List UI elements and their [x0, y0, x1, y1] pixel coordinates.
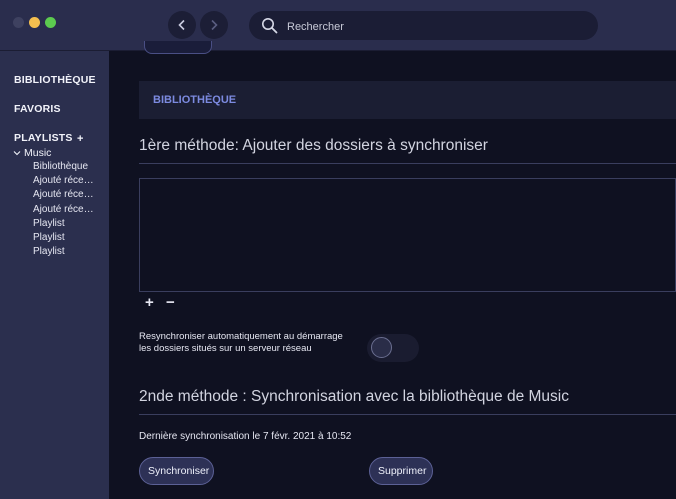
- synchronize-button[interactable]: Synchroniser: [139, 457, 214, 485]
- sidebar-item-recent[interactable]: Ajouté récemment: [33, 175, 99, 186]
- section-header: BIBLIOTHÈQUE: [139, 81, 676, 119]
- main-panel: BIBLIOTHÈQUE 1ère méthode: Ajouter des d…: [109, 41, 676, 499]
- forward-button[interactable]: [200, 11, 228, 39]
- sidebar-item-recent[interactable]: Ajouté récemment: [33, 189, 99, 200]
- minimize-window-button[interactable]: [29, 17, 40, 28]
- section-title: BIBLIOTHÈQUE: [153, 94, 237, 106]
- title-bar: [0, 0, 676, 51]
- last-sync-text: Dernière synchronisation le 7 févr. 2021…: [139, 431, 352, 442]
- resync-toggle[interactable]: [367, 334, 419, 362]
- sidebar-item-playlist[interactable]: Playlist: [33, 246, 99, 257]
- scrolled-button-edge: [144, 41, 212, 54]
- sidebar-item-recent[interactable]: Ajouté récemment: [33, 204, 99, 215]
- delete-button[interactable]: Supprimer: [369, 457, 433, 485]
- chevron-right-icon: [211, 19, 218, 31]
- search-box[interactable]: [249, 11, 598, 42]
- sidebar-favorites[interactable]: FAVORIS: [14, 103, 61, 115]
- sidebar-playlists[interactable]: PLAYLISTS: [14, 132, 73, 144]
- chevron-down-icon: [13, 151, 21, 156]
- resync-label: Resynchroniser automatiquement au démarr…: [139, 331, 343, 354]
- sidebar-library[interactable]: BIBLIOTHÈQUE: [14, 74, 96, 86]
- divider: [139, 163, 676, 164]
- search-icon: [262, 18, 278, 34]
- back-button[interactable]: [168, 11, 196, 39]
- close-window-button[interactable]: [13, 17, 24, 28]
- music-group-label: Music: [24, 147, 52, 159]
- add-playlist-button[interactable]: +: [77, 133, 83, 145]
- add-folder-button[interactable]: +: [145, 295, 154, 311]
- sidebar: BIBLIOTHÈQUE FAVORIS PLAYLISTS + Music B…: [0, 51, 109, 499]
- divider: [139, 414, 676, 415]
- method1-title: 1ère méthode: Ajouter des dossiers à syn…: [139, 137, 488, 154]
- search-input[interactable]: [285, 11, 589, 42]
- sidebar-item-playlist[interactable]: Playlist: [33, 232, 99, 243]
- chevron-left-icon: [178, 19, 185, 31]
- sidebar-music-group[interactable]: Music: [13, 147, 51, 159]
- sidebar-item-library[interactable]: Bibliothèque: [33, 161, 99, 172]
- sidebar-item-playlist[interactable]: Playlist: [33, 218, 99, 229]
- folder-list[interactable]: [139, 178, 676, 292]
- method2-title: 2nde méthode : Synchronisation avec la b…: [139, 388, 569, 405]
- maximize-window-button[interactable]: [45, 17, 56, 28]
- remove-folder-button[interactable]: −: [166, 295, 175, 311]
- toggle-knob: [371, 337, 392, 358]
